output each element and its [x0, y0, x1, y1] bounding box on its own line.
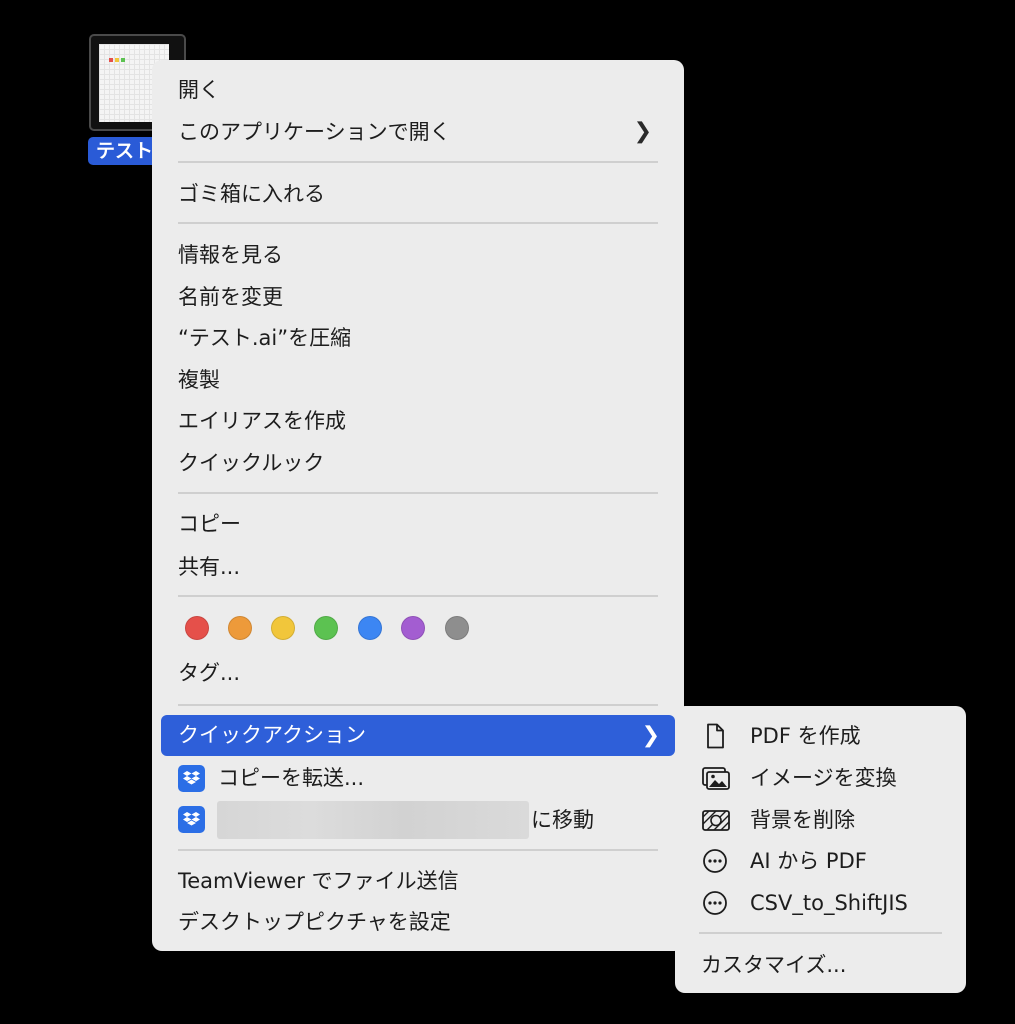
- menu-item-quick-actions[interactable]: クイックアクション ❯: [161, 715, 675, 756]
- menu-item-dropbox-send-copy[interactable]: コピーを転送...: [218, 759, 672, 797]
- submenu-item-csv-to-shiftjis[interactable]: CSV_to_ShiftJIS: [701, 884, 954, 922]
- menu-item-label: タグ...: [178, 661, 241, 685]
- submenu-item-label: カスタマイズ...: [701, 953, 847, 977]
- menu-item-label: 開く: [178, 78, 220, 102]
- menu-item-quick-look[interactable]: クイックルック: [178, 444, 672, 482]
- separator: [178, 492, 658, 494]
- menu-item-dropbox-move[interactable]: に移動: [531, 801, 672, 839]
- menu-item-label: 名前を変更: [178, 285, 283, 309]
- separator: [178, 849, 658, 851]
- menu-item-get-info[interactable]: 情報を見る: [178, 236, 672, 274]
- ellipsis-circle-icon: [701, 848, 731, 874]
- submenu-item-convert-image[interactable]: イメージを変換: [701, 759, 954, 797]
- redacted-folder-name: [217, 801, 529, 839]
- submenu-item-ai-to-pdf[interactable]: AI から PDF: [701, 842, 954, 880]
- quick-actions-submenu: PDF を作成 イメージを変換 背景を削除 AI から PDF CSV_to_S…: [675, 706, 966, 993]
- tag-red[interactable]: [185, 616, 209, 640]
- tag-gray[interactable]: [445, 616, 469, 640]
- menu-item-label: クイックルック: [178, 451, 325, 475]
- ellipsis-circle-icon: [701, 890, 731, 916]
- menu-item-label: 複製: [178, 368, 220, 392]
- tag-orange[interactable]: [228, 616, 252, 640]
- separator: [178, 704, 658, 706]
- dropbox-icon: [178, 765, 205, 792]
- dropbox-icon: [178, 806, 205, 833]
- menu-item-label: エイリアスを作成: [178, 409, 346, 433]
- submenu-item-label: AI から PDF: [750, 849, 867, 873]
- context-menu: 開く このアプリケーションで開く ❯ ゴミ箱に入れる 情報を見る 名前を変更 “…: [152, 60, 684, 951]
- menu-item-move-to-trash[interactable]: ゴミ箱に入れる: [178, 175, 672, 213]
- menu-item-label: “テスト.ai”を圧縮: [178, 326, 352, 350]
- separator: [178, 595, 658, 597]
- submenu-item-label: PDF を作成: [750, 724, 861, 748]
- photo-icon: [701, 765, 731, 791]
- menu-item-open[interactable]: 開く: [178, 71, 672, 109]
- separator: [178, 222, 658, 224]
- menu-item-share[interactable]: 共有...: [178, 548, 672, 586]
- submenu-item-label: 背景を削除: [750, 808, 855, 832]
- menu-item-label: 共有...: [178, 555, 241, 579]
- menu-item-make-alias[interactable]: エイリアスを作成: [178, 402, 672, 440]
- thumb-dot: [115, 58, 119, 62]
- menu-item-label: コピー: [178, 512, 241, 536]
- menu-item-compress[interactable]: “テスト.ai”を圧縮: [178, 319, 672, 357]
- thumb-dot: [109, 58, 113, 62]
- document-icon: [701, 723, 731, 749]
- menu-item-tags[interactable]: タグ...: [178, 654, 672, 692]
- submenu-item-customize[interactable]: カスタマイズ...: [701, 946, 954, 984]
- menu-item-open-with[interactable]: このアプリケーションで開く ❯: [178, 113, 672, 151]
- menu-item-label: TeamViewer でファイル送信: [178, 869, 459, 893]
- chevron-right-icon: ❯: [633, 119, 652, 144]
- submenu-item-label: CSV_to_ShiftJIS: [750, 891, 908, 915]
- tag-purple[interactable]: [401, 616, 425, 640]
- separator: [178, 161, 658, 163]
- tag-blue[interactable]: [358, 616, 382, 640]
- menu-item-copy[interactable]: コピー: [178, 505, 672, 543]
- menu-item-label: 情報を見る: [178, 243, 283, 267]
- menu-item-label: に移動: [531, 808, 594, 832]
- menu-item-label: このアプリケーションで開く: [178, 120, 451, 144]
- separator: [699, 932, 942, 934]
- thumb-dot: [121, 58, 125, 62]
- tag-green[interactable]: [314, 616, 338, 640]
- menu-item-label: デスクトップピクチャを設定: [178, 910, 451, 934]
- chevron-right-icon: ❯: [641, 723, 660, 748]
- submenu-item-remove-background[interactable]: 背景を削除: [701, 801, 954, 839]
- menu-item-duplicate[interactable]: 複製: [178, 361, 672, 399]
- submenu-item-create-pdf[interactable]: PDF を作成: [701, 717, 954, 755]
- menu-item-label: コピーを転送...: [218, 766, 365, 790]
- submenu-item-label: イメージを変換: [750, 766, 897, 790]
- menu-item-set-desktop-picture[interactable]: デスクトップピクチャを設定: [178, 903, 672, 941]
- menu-item-teamviewer-send[interactable]: TeamViewer でファイル送信: [178, 862, 672, 900]
- tag-yellow[interactable]: [271, 616, 295, 640]
- remove-background-icon: [701, 807, 731, 833]
- menu-item-label: ゴミ箱に入れる: [178, 182, 325, 206]
- menu-item-label: クイックアクション: [178, 723, 366, 747]
- menu-item-rename[interactable]: 名前を変更: [178, 278, 672, 316]
